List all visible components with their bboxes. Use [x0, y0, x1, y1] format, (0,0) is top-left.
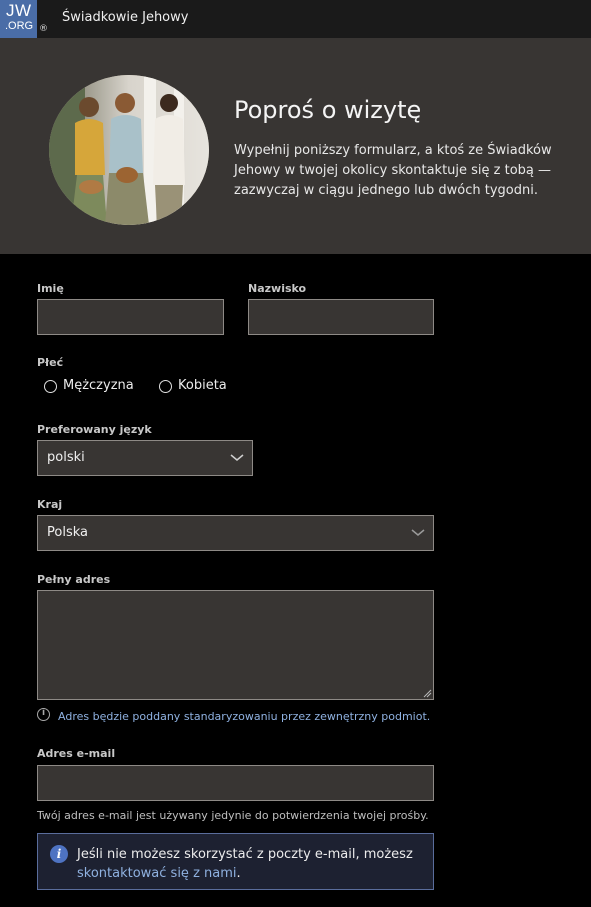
logo-text-jw: JW — [6, 1, 32, 20]
gender-option-label: Mężczyzna — [63, 378, 134, 393]
gender-option-female[interactable]: Kobieta — [159, 378, 239, 396]
first-name-field[interactable] — [37, 299, 224, 335]
gender-label: Płeć — [37, 356, 64, 369]
country-select[interactable]: Polska — [37, 515, 434, 551]
language-selected-value: polski — [47, 450, 85, 465]
last-name-field[interactable] — [248, 299, 434, 335]
chevron-down-icon — [411, 529, 425, 536]
email-field[interactable] — [37, 765, 434, 801]
top-bar: JW .ORG ® Świadkowie Jehowy — [0, 0, 591, 38]
language-select[interactable]: polski — [37, 440, 253, 476]
last-name-label: Nazwisko — [248, 282, 307, 295]
jw-org-logo[interactable]: JW .ORG — [0, 0, 37, 38]
info-circle-icon: i — [37, 708, 50, 721]
first-name-label: Imię — [37, 282, 64, 295]
contact-us-link[interactable]: skontaktować się z nami — [77, 866, 237, 881]
hero-banner: Poproś o wizytę Wypełnij poniższy formul… — [0, 38, 591, 254]
resize-handle-icon[interactable] — [422, 688, 432, 698]
country-selected-value: Polska — [47, 525, 88, 540]
contact-info-box: i Jeśli nie możesz skorzystać z poczty e… — [37, 833, 434, 890]
logo-text-org: .ORG — [5, 20, 34, 32]
contact-info-text: Jeśli nie możesz skorzystać z poczty e-m… — [77, 845, 427, 883]
registered-mark: ® — [39, 24, 48, 34]
gender-option-male[interactable]: Mężczyzna — [44, 378, 144, 396]
contact-info-suffix: . — [236, 866, 241, 881]
chevron-down-icon — [230, 454, 244, 461]
email-label: Adres e-mail — [37, 747, 116, 760]
page-title: Poproś o wizytę — [234, 96, 422, 124]
address-hint: Adres będzie poddany standaryzowaniu prz… — [58, 710, 431, 723]
site-name[interactable]: Świadkowie Jehowy — [62, 10, 188, 25]
page-description: Wypełnij poniższy formularz, a ktoś ze Ś… — [234, 143, 552, 198]
contact-info-message: Jeśli nie możesz skorzystać z poczty e-m… — [77, 847, 413, 862]
address-textarea[interactable] — [37, 590, 434, 700]
gender-option-label: Kobieta — [178, 378, 227, 393]
address-label: Pełny adres — [37, 573, 111, 586]
radio-circle-icon[interactable] — [159, 380, 172, 393]
country-label: Kraj — [37, 498, 63, 511]
women-conversation-photo — [49, 75, 209, 225]
info-icon: i — [50, 845, 68, 863]
language-label: Preferowany język — [37, 423, 152, 436]
email-note: Twój adres e-mail jest używany jedynie d… — [37, 809, 429, 822]
radio-circle-icon[interactable] — [44, 380, 57, 393]
